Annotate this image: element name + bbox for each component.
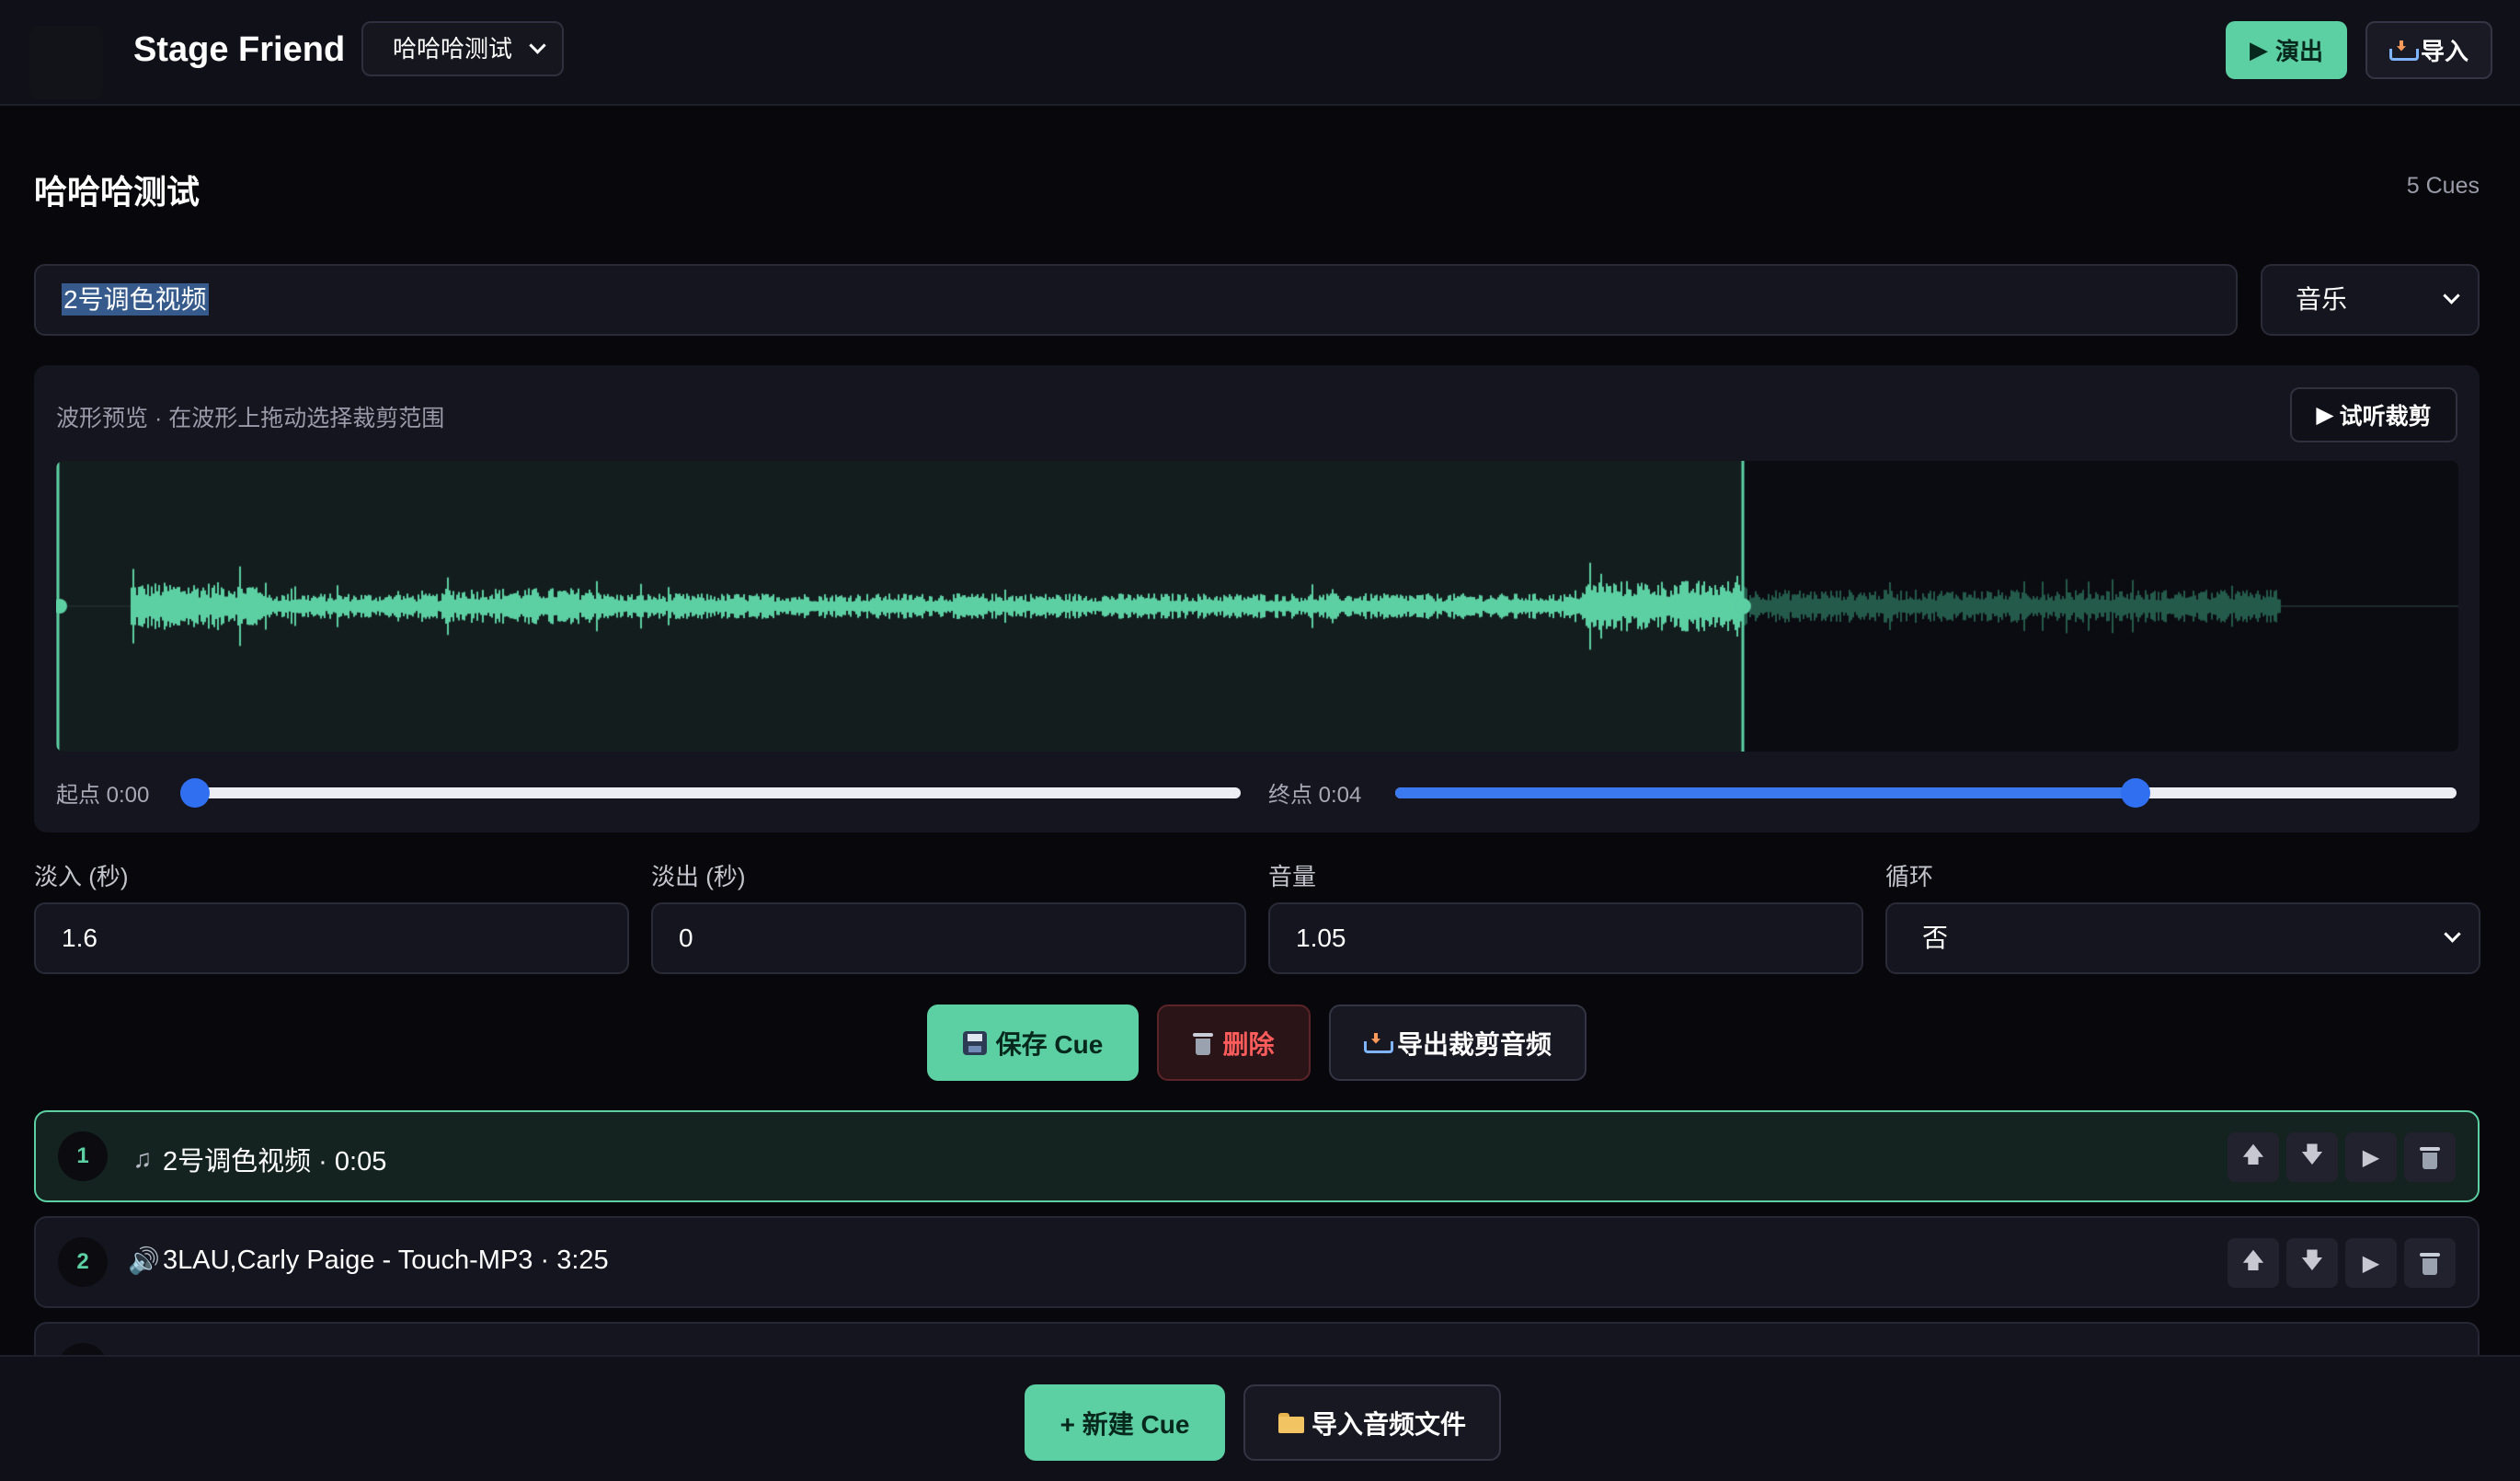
perform-label: 演出 (2274, 38, 2323, 65)
trash-icon (1193, 1031, 1214, 1055)
delete-cue-button[interactable]: 删除 (1157, 1005, 1311, 1081)
waveform-hint: 波形预览 · 在波形上拖动选择裁剪范围 (56, 406, 445, 431)
cue-number: 1 (58, 1131, 108, 1181)
cue-name-input[interactable]: 2号调色视频 (34, 264, 2238, 336)
cue-title: 2号调色视频 · 0:05 (163, 1147, 387, 1177)
play-icon: ▶ (2249, 36, 2268, 63)
cue-list-item[interactable]: 2 🔊 3LAU,Carly Paige - Touch-MP3 · 3:25 … (34, 1216, 2480, 1308)
new-cue-label: + 新建 Cue (1060, 1409, 1190, 1439)
play-icon: ▶ (2316, 402, 2334, 428)
music-note-icon: ♫ (132, 1144, 153, 1173)
perform-button[interactable]: ▶ 演出 (2226, 21, 2347, 79)
bottom-bar: + 新建 Cue 导入音频文件 (0, 1355, 2520, 1481)
trim-end-slider[interactable] (1395, 778, 2457, 808)
outbox-tray-icon (1363, 1033, 1393, 1053)
arrow-up-icon: 🡅 (2241, 1142, 2265, 1167)
delete-cue-label: 删除 (1222, 1029, 1275, 1059)
move-down-button[interactable]: 🡇 (2286, 1238, 2338, 1288)
trash-icon (2420, 1251, 2440, 1275)
play-icon: ▶ (2362, 1144, 2380, 1170)
project-title: 哈哈哈测试 (34, 173, 200, 211)
save-cue-button[interactable]: 保存 Cue (927, 1005, 1139, 1081)
folder-icon (1277, 1412, 1304, 1433)
play-cue-button[interactable]: ▶ (2345, 1132, 2397, 1182)
trim-start-label: 起点 0:00 (56, 783, 150, 808)
fade-in-value: 1.6 (62, 924, 97, 952)
loop-label: 循环 (1885, 863, 1934, 890)
waveform-panel: 波形预览 · 在波形上拖动选择裁剪范围 ▶ 试听裁剪 起点 0:00 终点 0:… (34, 365, 2480, 832)
trim-start-slider[interactable] (180, 778, 1241, 808)
floppy-disk-icon (962, 1030, 987, 1055)
arrow-down-icon: 🡇 (2300, 1142, 2324, 1167)
volume-value: 1.05 (1296, 924, 1346, 952)
preview-trim-label: 试听裁剪 (2339, 404, 2432, 430)
waveform-canvas[interactable] (56, 461, 2458, 752)
loop-value: 否 (1922, 924, 1949, 952)
trim-start-thumb[interactable] (180, 778, 210, 808)
app-logo (29, 26, 103, 99)
cue-number: 2 (58, 1237, 108, 1287)
fade-out-value: 0 (679, 924, 693, 952)
loop-select[interactable]: 否 (1885, 902, 2480, 974)
cue-count: 5 Cues (2406, 173, 2480, 199)
move-down-button[interactable]: 🡇 (2286, 1132, 2338, 1182)
move-up-button[interactable]: 🡅 (2228, 1132, 2279, 1182)
delete-cue-item-button[interactable] (2404, 1238, 2456, 1288)
fade-in-label: 淡入 (秒) (34, 863, 129, 890)
app-title: Stage Friend (133, 30, 346, 69)
export-trimmed-audio-button[interactable]: 导出裁剪音频 (1329, 1005, 1586, 1081)
trim-end-fill (1395, 787, 2136, 798)
project-select[interactable]: 哈哈哈测试 (361, 21, 564, 76)
waveform[interactable] (56, 461, 2458, 752)
trim-end-label: 终点 0:04 (1268, 783, 1362, 808)
volume-label: 音量 (1268, 863, 1317, 890)
chevron-down-icon (2443, 287, 2460, 304)
chevron-down-icon (529, 37, 546, 54)
fade-out-input[interactable]: 0 (651, 902, 1246, 974)
preview-trim-button[interactable]: ▶ 试听裁剪 (2290, 387, 2457, 442)
cue-name-value: 2号调色视频 (62, 283, 209, 316)
chevron-down-icon (2444, 925, 2461, 943)
cue-list-item[interactable]: 1 ♫ 2号调色视频 · 0:05 🡅 🡇 ▶ (34, 1110, 2480, 1202)
volume-input[interactable]: 1.05 (1268, 902, 1863, 974)
cue-title: 3LAU,Carly Paige - Touch-MP3 · 3:25 (163, 1246, 609, 1275)
cue-type-value: 音乐 (2296, 285, 2348, 314)
top-bar: Stage Friend 哈哈哈测试 ▶ 演出 导入 (0, 0, 2520, 106)
import-audio-file-label: 导入音频文件 (1311, 1409, 1466, 1439)
save-cue-label: 保存 Cue (995, 1029, 1104, 1059)
export-trimmed-audio-label: 导出裁剪音频 (1396, 1029, 1552, 1059)
cue-type-select[interactable]: 音乐 (2261, 264, 2480, 336)
inbox-tray-icon (2388, 40, 2419, 61)
arrow-down-icon: 🡇 (2300, 1247, 2324, 1273)
trim-end-thumb[interactable] (2121, 778, 2151, 808)
import-audio-file-button[interactable]: 导入音频文件 (1243, 1384, 1501, 1461)
new-cue-button[interactable]: + 新建 Cue (1025, 1384, 1225, 1461)
import-label: 导入 (2420, 38, 2468, 65)
fade-in-input[interactable]: 1.6 (34, 902, 629, 974)
project-select-value: 哈哈哈测试 (393, 35, 513, 63)
fade-out-label: 淡出 (秒) (651, 863, 746, 890)
trash-icon (2420, 1145, 2440, 1169)
move-up-button[interactable]: 🡅 (2228, 1238, 2279, 1288)
delete-cue-item-button[interactable] (2404, 1132, 2456, 1182)
speaker-icon: 🔊 (128, 1246, 160, 1275)
arrow-up-icon: 🡅 (2241, 1247, 2265, 1273)
play-cue-button[interactable]: ▶ (2345, 1238, 2397, 1288)
play-icon: ▶ (2362, 1250, 2380, 1276)
import-button[interactable]: 导入 (2365, 21, 2492, 79)
